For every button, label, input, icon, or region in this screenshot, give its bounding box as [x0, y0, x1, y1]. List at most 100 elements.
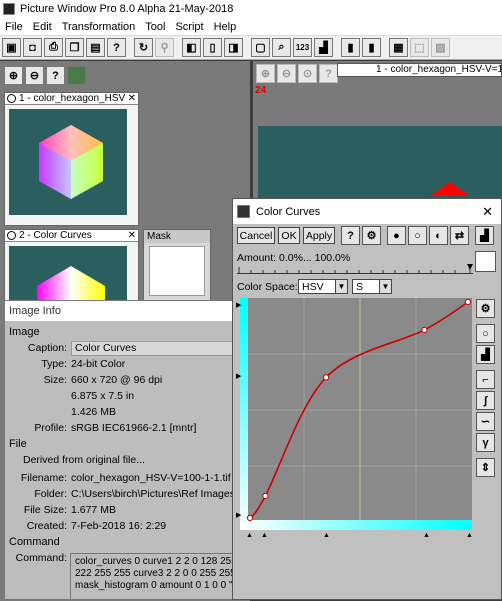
refresh-icon[interactable]: ↻ [134, 38, 153, 57]
grid-icon[interactable]: ▦ [389, 38, 408, 57]
apply-button[interactable]: Apply [303, 227, 335, 244]
copy-icon[interactable]: ❐ [65, 38, 84, 57]
single-view-icon[interactable]: ▯ [203, 38, 222, 57]
menu-bar: File Edit Transformation Tool Script Hel… [0, 18, 502, 36]
close-icon[interactable]: ✕ [482, 204, 493, 220]
gear-icon[interactable]: ⚙ [362, 226, 381, 245]
curve-control-point[interactable] [262, 492, 269, 500]
thumbnail-toolbar: ⊕ ⊖ ? [4, 66, 88, 88]
amount-color-swatch[interactable] [475, 251, 496, 272]
ok-button[interactable]: OK [278, 227, 300, 244]
thumbnail-color-icon[interactable] [67, 66, 86, 85]
menu-transformation[interactable]: Transformation [57, 21, 141, 33]
curves-tool-row: ? ⚙ ● ○ ◐ ⇄ ▟ [341, 226, 494, 245]
help-icon[interactable]: ? [319, 64, 338, 83]
help-icon[interactable]: ? [107, 38, 126, 57]
menu-file[interactable]: File [0, 21, 28, 33]
image-canvas[interactable] [258, 126, 502, 206]
file-section-heading: File [9, 438, 27, 450]
amount-slider-ticks [238, 264, 473, 274]
size-value: 660 x 720 @ 96 dpi [71, 374, 163, 386]
filesize-label: File Size: [23, 504, 67, 516]
title-bar: Picture Window Pro 8.0 Alpha 21-May-2018 [0, 0, 502, 18]
zoom-in-icon[interactable]: ⊕ [4, 66, 23, 85]
thumbnail-2[interactable]: 2 - Color Curves ✕ [4, 229, 139, 301]
created-value: 7-Feb-2018 16: 2:29 [71, 520, 167, 532]
image-window-toolbar: ⊕ ⊖ ⊙ ? [256, 64, 340, 83]
gear-icon[interactable]: ⚙ [476, 299, 495, 318]
histogram-icon[interactable]: ▟ [476, 345, 495, 364]
mouse-icon[interactable]: ▢ [251, 38, 270, 57]
expand-icon[interactable]: ⇕ [476, 458, 495, 477]
radio-icon[interactable] [7, 94, 16, 103]
amount-slider[interactable] [237, 264, 473, 274]
curve-control-point[interactable] [464, 298, 472, 306]
step-curve-icon[interactable]: ⌐ [476, 370, 495, 389]
smooth-curve-icon[interactable]: ∫ [476, 391, 495, 410]
zoom-icon[interactable]: ⌕ [272, 38, 291, 57]
circle-outline-icon[interactable]: ○ [408, 226, 427, 245]
component-select[interactable]: S ▼ [352, 279, 392, 294]
menu-script[interactable]: Script [170, 21, 208, 33]
axis-marker-left: ▲ [246, 532, 253, 539]
curve-plot[interactable] [240, 298, 472, 530]
printer-icon[interactable]: ▨ [431, 38, 450, 57]
mask-thumbnail[interactable]: Mask [143, 229, 211, 301]
histogram-icon[interactable]: ▟ [475, 226, 494, 245]
curve-control-point[interactable] [322, 374, 330, 381]
colorspace-value: HSV [302, 280, 324, 293]
thumbnail-1[interactable]: 1 - color_hexagon_HSV ✕ [4, 92, 139, 226]
color-icon[interactable]: ▮ [362, 38, 381, 57]
half-circle-icon[interactable]: ◐ [429, 226, 448, 245]
open-file-icon[interactable]: ▣ [2, 38, 21, 57]
curve-plot-svg [240, 298, 472, 530]
dialog-icon [237, 205, 250, 218]
run-icon[interactable]: ⚲ [155, 38, 174, 57]
circle-dark-icon[interactable]: ● [387, 226, 406, 245]
histogram-icon[interactable]: ▟ [314, 38, 333, 57]
menu-tool[interactable]: Tool [140, 21, 170, 33]
cancel-button[interactable]: Cancel [237, 227, 275, 244]
zoom-out-icon[interactable]: ⊖ [25, 66, 44, 85]
curve-control-point[interactable] [421, 326, 428, 334]
help-icon[interactable]: ? [46, 66, 65, 85]
curve-control-point[interactable] [246, 514, 254, 522]
thumbnail-label: 1 - color_hexagon_HSV [19, 93, 126, 104]
axis-marker-c: ▲ [423, 532, 430, 539]
help-button[interactable]: ? [341, 226, 360, 245]
grayscale-icon[interactable]: ▮ [341, 38, 360, 57]
menu-edit[interactable]: Edit [28, 21, 57, 33]
size-inches: 6.875 x 7.5 in [71, 390, 135, 402]
zoom-in-icon[interactable]: ⊕ [256, 64, 275, 83]
close-icon[interactable]: ✕ [128, 93, 136, 104]
gamma-icon[interactable]: γ [476, 433, 495, 452]
dialog-title: Color Curves [256, 205, 321, 218]
print-icon[interactable]: ⎙ [44, 38, 63, 57]
type-value: 24-bit Color [71, 358, 126, 370]
thumbnail-label: 2 - Color Curves [19, 230, 92, 241]
radio-icon[interactable] [7, 231, 16, 240]
amount-label: Amount: 0.0%... 100.0% [237, 252, 351, 264]
filename-label: Filename: [20, 472, 67, 484]
compare-view-icon[interactable]: ◨ [224, 38, 243, 57]
s-curve-icon[interactable]: ∽ [476, 412, 495, 431]
paste-icon[interactable]: ▤ [86, 38, 105, 57]
menu-help[interactable]: Help [209, 21, 242, 33]
save-icon[interactable]: ◘ [23, 38, 42, 57]
swap-icon[interactable]: ⇄ [450, 226, 469, 245]
colorspace-label: Color Space: [237, 281, 298, 293]
window-title: Picture Window Pro 8.0 Alpha 21-May-2018 [20, 3, 234, 15]
close-icon[interactable]: ✕ [128, 230, 136, 241]
graph-icon[interactable]: ⬚ [410, 38, 429, 57]
image-window-title[interactable]: 1 - color_hexagon_HSV-V=100-1 [337, 63, 502, 77]
zoom-fit-icon[interactable]: ⊙ [298, 64, 317, 83]
colorspace-select[interactable]: HSV ▼ [298, 279, 348, 294]
circle-outline-icon[interactable]: ○ [476, 324, 495, 343]
command-section-heading: Command [9, 536, 60, 548]
numbers-icon[interactable]: 123 [293, 38, 312, 57]
zoom-out-icon[interactable]: ⊖ [277, 64, 296, 83]
split-view-icon[interactable]: ◧ [182, 38, 201, 57]
axis-marker-b: ▲ [323, 532, 330, 539]
profile-label: Profile: [34, 422, 67, 434]
caption-field[interactable]: Color Curves [71, 340, 243, 356]
